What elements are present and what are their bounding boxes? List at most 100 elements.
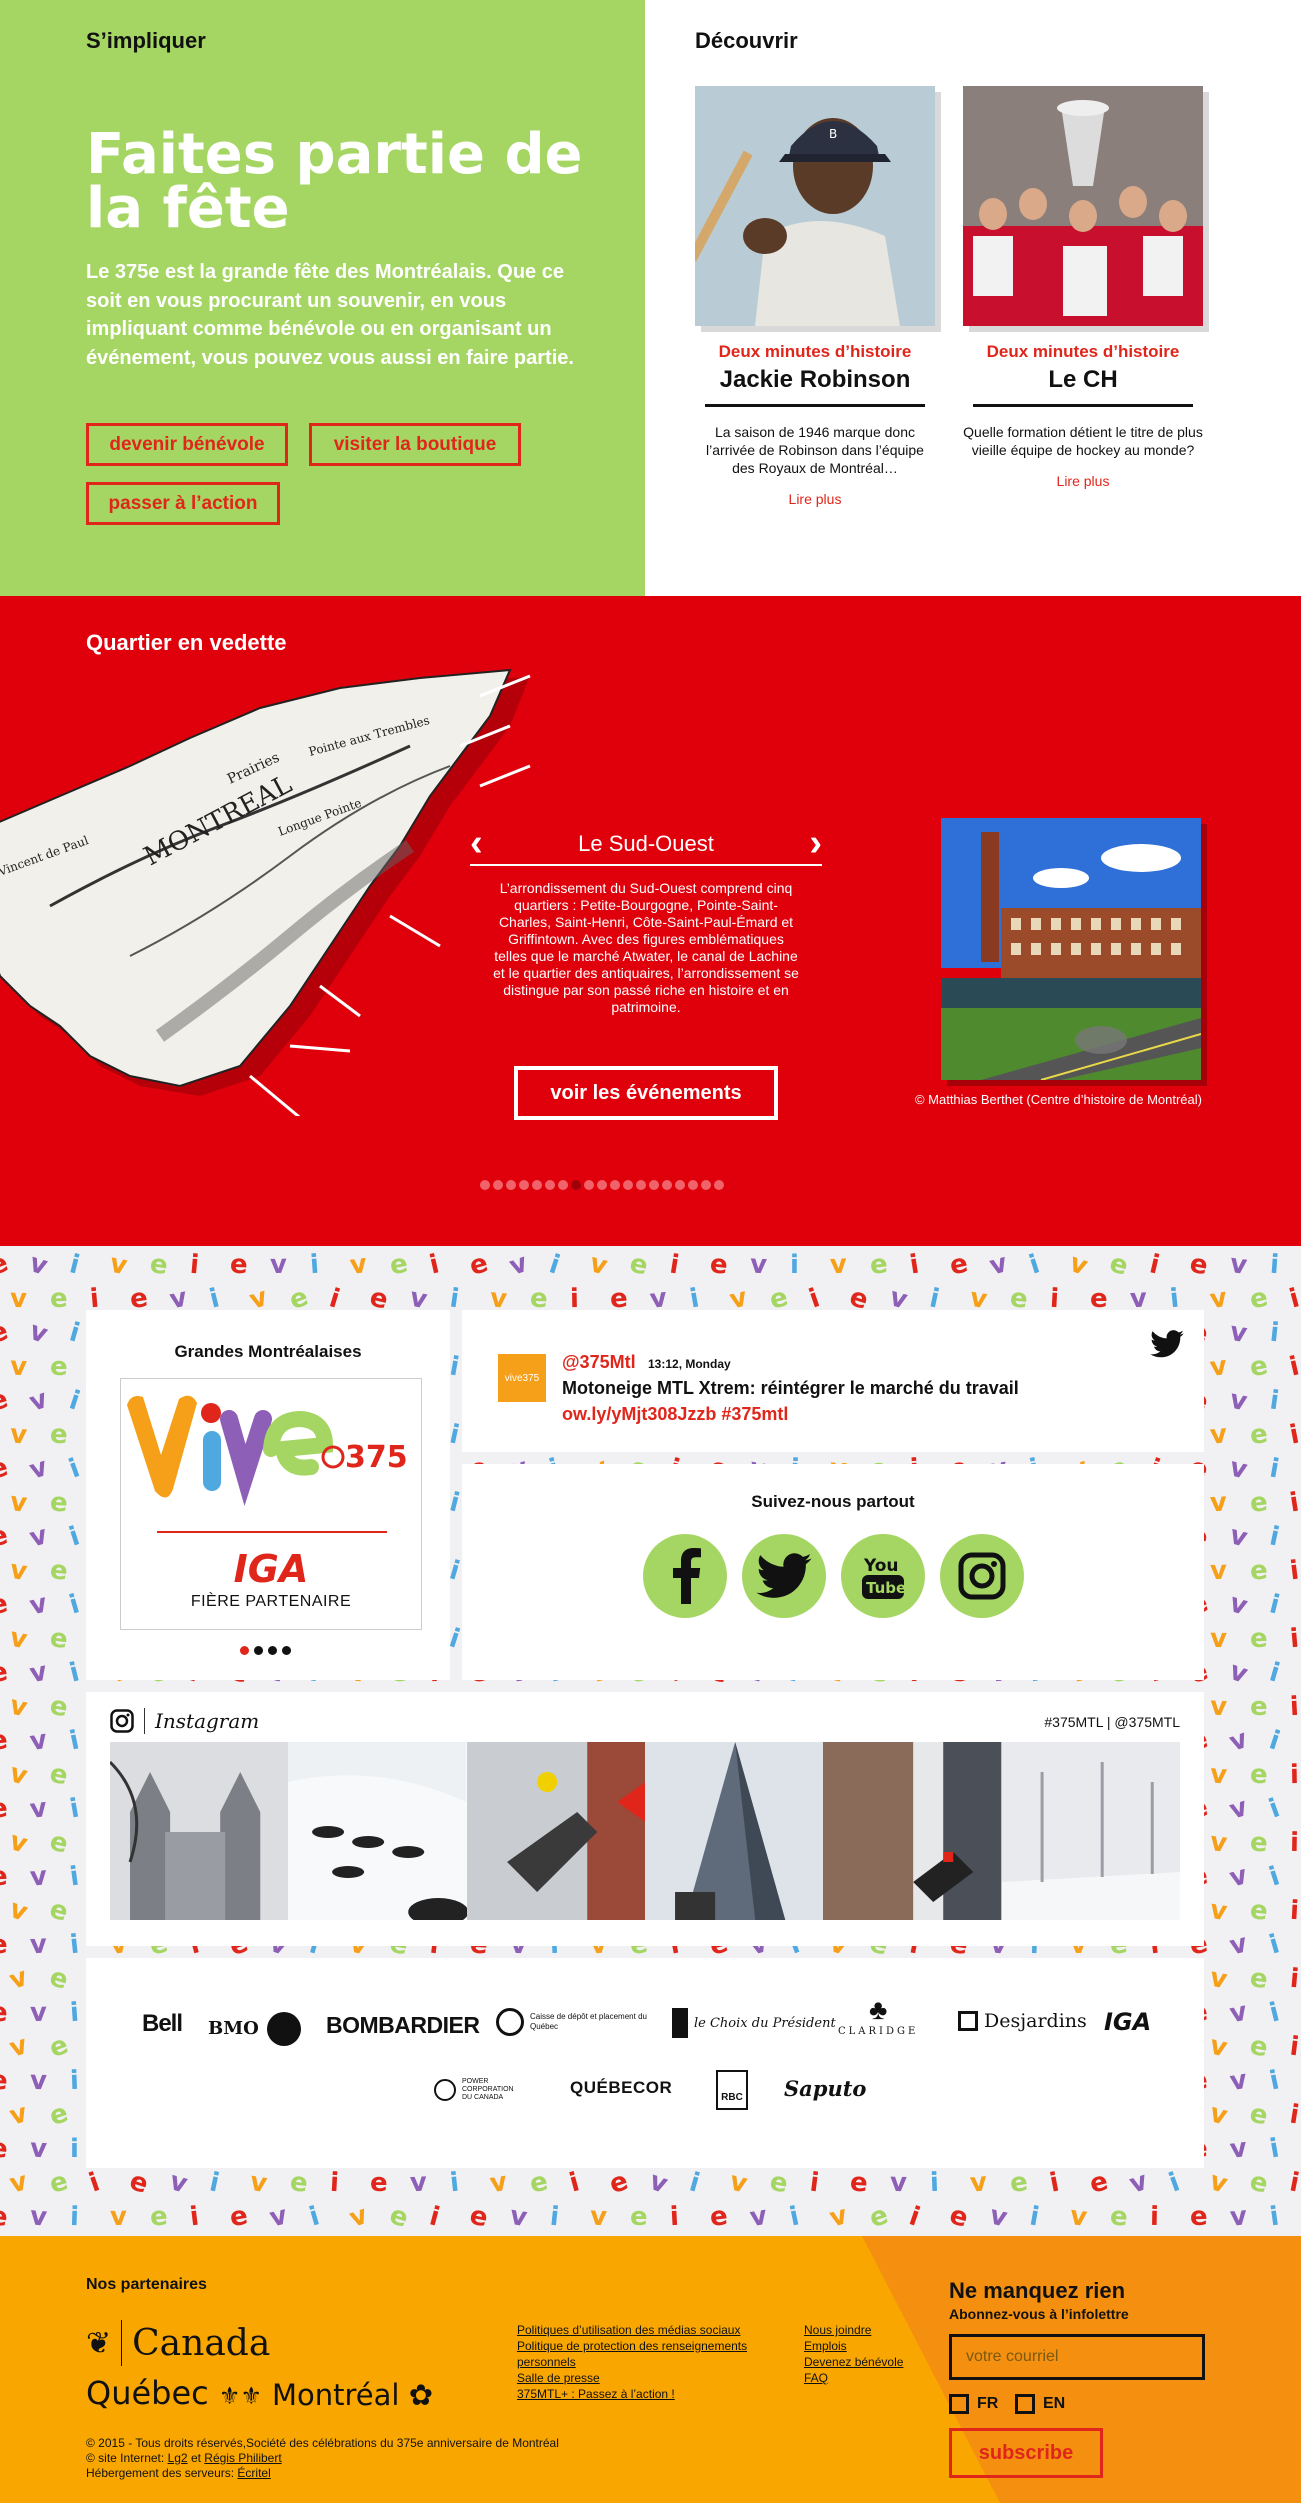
pagination-dot[interactable] <box>662 1180 672 1190</box>
youtube-icon[interactable]: You Tube <box>841 1534 925 1618</box>
contact-link[interactable]: Nous joindre <box>804 2322 924 2338</box>
jobs-link[interactable]: Emplois <box>804 2338 924 2354</box>
choix-president-logo[interactable]: le Choix du Président <box>672 2008 836 2038</box>
twitter-bird-icon[interactable] <box>1150 1330 1184 1358</box>
pagination-dot[interactable] <box>268 1646 277 1655</box>
action-button[interactable]: passer à l’action <box>86 482 280 525</box>
instagram-photo-snowmobile-building[interactable] <box>823 1742 1002 1920</box>
saputo-logo[interactable]: Saputo <box>784 2076 866 2101</box>
montreal-logo[interactable]: Montréal ✿ <box>272 2378 433 2412</box>
quebecor-logo[interactable]: QUÉBECOR <box>570 2078 672 2098</box>
instagram-photo-church[interactable] <box>110 1742 289 1920</box>
card-title[interactable]: Jackie Robinson <box>705 366 925 407</box>
pagination-dot[interactable] <box>506 1180 516 1190</box>
bombardier-logo[interactable]: BOMBARDIER <box>326 2012 480 2039</box>
pattern-letter: e <box>0 1997 9 2029</box>
rosette-icon: ✿ <box>408 2378 434 2412</box>
previous-arrow-icon[interactable]: ‹ <box>470 824 483 862</box>
pagination-dot[interactable] <box>688 1180 698 1190</box>
pagination-dot[interactable] <box>545 1180 555 1190</box>
pattern-letter: i <box>65 1521 84 1553</box>
pagination-dot[interactable] <box>240 1646 249 1655</box>
pagination-dot[interactable] <box>584 1180 594 1190</box>
en-checkbox[interactable] <box>1015 2394 1035 2414</box>
read-more-link[interactable]: Lire plus <box>963 473 1203 489</box>
bell-logo[interactable]: Bell <box>142 2010 183 2038</box>
quebec-logo[interactable]: Québec ⚜⚜ <box>86 2374 262 2412</box>
press-room-link[interactable]: Salle de presse <box>517 2370 777 2386</box>
pagination-dot[interactable] <box>701 1180 711 1190</box>
jackie-robinson-photo[interactable]: B <box>695 86 935 326</box>
pattern-letter: e <box>1248 1555 1269 1587</box>
pagination-dot[interactable] <box>597 1180 607 1190</box>
375mtl-plus-link[interactable]: 375MTL+ : Passez à l’action ! <box>517 2386 777 2402</box>
pagination-dot[interactable] <box>558 1180 568 1190</box>
pattern-letter: v <box>29 1997 48 2029</box>
pagination-dot[interactable] <box>282 1646 291 1655</box>
ecritel-link[interactable]: Écritel <box>237 2466 270 2480</box>
bmo-logo[interactable]: BMO <box>208 2012 301 2046</box>
pattern-letter: e <box>708 2201 730 2233</box>
pattern-letter: v <box>586 1248 611 1282</box>
regis-philibert-link[interactable]: Régis Philibert <box>204 2451 281 2465</box>
twitter-avatar[interactable]: vive375 <box>498 1354 546 1402</box>
pagination-dot[interactable] <box>493 1180 503 1190</box>
pattern-letter: e <box>0 1384 12 1418</box>
sponsor-slide[interactable]: 375 IGA FIÈRE PARTENAIRE <box>120 1378 422 1630</box>
shop-button[interactable]: visiter la boutique <box>309 423 521 466</box>
pattern-letter: i <box>426 1249 443 1281</box>
twitter-icon[interactable] <box>742 1534 826 1618</box>
instagram-photo-snow-tubes[interactable] <box>288 1742 467 1920</box>
pattern-letter: i <box>1266 1521 1282 1553</box>
instagram-photo-snowy-park[interactable] <box>1001 1742 1180 1920</box>
pattern-letter: v <box>6 1690 31 1724</box>
pagination-dot[interactable] <box>610 1180 620 1190</box>
lg2-link[interactable]: Lg2 <box>168 2451 188 2465</box>
desjardins-logo[interactable]: Desjardins <box>958 2010 1087 2032</box>
pagination-dot[interactable] <box>254 1646 263 1655</box>
pagination-dot[interactable] <box>519 1180 529 1190</box>
caisse-depot-logo[interactable]: Caisse de dépôt et placement du Québec <box>496 2008 650 2036</box>
pattern-letter: v <box>726 2166 751 2200</box>
pagination-dot[interactable] <box>571 1180 581 1190</box>
read-more-link[interactable]: Lire plus <box>695 491 935 507</box>
claridge-logo[interactable]: ♣ CLARIDGE <box>838 1994 918 2037</box>
volunteer-button[interactable]: devenir bénévole <box>86 423 288 466</box>
pagination-dot[interactable] <box>675 1180 685 1190</box>
instagram-brand[interactable]: Instagram <box>110 1708 259 1734</box>
tweet-handle[interactable]: @375Mtl <box>562 1352 636 1373</box>
canadiens-team-photo[interactable] <box>963 86 1203 326</box>
volunteer-link[interactable]: Devenez bénévole <box>804 2354 924 2370</box>
tweet-link[interactable]: ow.ly/yMjt308Jzzb #375mtl <box>562 1404 788 1425</box>
email-field[interactable] <box>949 2334 1205 2380</box>
rbc-logo[interactable]: RBC <box>716 2070 748 2110</box>
social-media-policy-link[interactable]: Politiques d’utilisation des médias soci… <box>517 2322 777 2338</box>
history-card-ch[interactable]: Deux minutes d’histoire Le CH Quelle for… <box>963 86 1203 489</box>
facebook-icon[interactable] <box>643 1534 727 1618</box>
pagination-dot[interactable] <box>532 1180 542 1190</box>
card-title[interactable]: Le CH <box>973 366 1193 407</box>
fr-checkbox[interactable] <box>949 2394 969 2414</box>
instagram-photo-snowmobile-jump[interactable] <box>466 1742 645 1920</box>
lang-fr-option[interactable]: FR <box>949 2394 998 2414</box>
pagination-dot[interactable] <box>714 1180 724 1190</box>
pattern-letter: i <box>907 1249 922 1281</box>
pagination-dot[interactable] <box>480 1180 490 1190</box>
pagination-dot[interactable] <box>649 1180 659 1190</box>
pagination-dot[interactable] <box>623 1180 633 1190</box>
privacy-policy-link[interactable]: Politique de protection des renseignemen… <box>517 2338 777 2370</box>
pattern-letter: e <box>0 1861 9 1893</box>
canada-logo[interactable]: ❦ Canada <box>86 2320 270 2366</box>
iga-sponsor-logo[interactable]: IGA <box>1104 2008 1151 2036</box>
pagination-dot[interactable] <box>636 1180 646 1190</box>
lang-en-option[interactable]: EN <box>1015 2394 1065 2414</box>
history-card-robinson[interactable]: B Deux minutes d’histoire Jackie Robinso… <box>695 86 935 507</box>
see-events-button[interactable]: voir les événements <box>514 1066 778 1120</box>
instagram-icon[interactable] <box>940 1534 1024 1618</box>
power-corporation-logo[interactable]: POWER CORPORATION DU CANADA <box>434 2078 522 2102</box>
next-arrow-icon[interactable]: › <box>809 824 822 862</box>
faq-link[interactable]: FAQ <box>804 2370 924 2386</box>
subscribe-button[interactable]: subscribe <box>949 2428 1103 2478</box>
pattern-letter: i <box>1287 2099 1301 2131</box>
instagram-photo-skyscraper[interactable] <box>644 1742 824 1920</box>
